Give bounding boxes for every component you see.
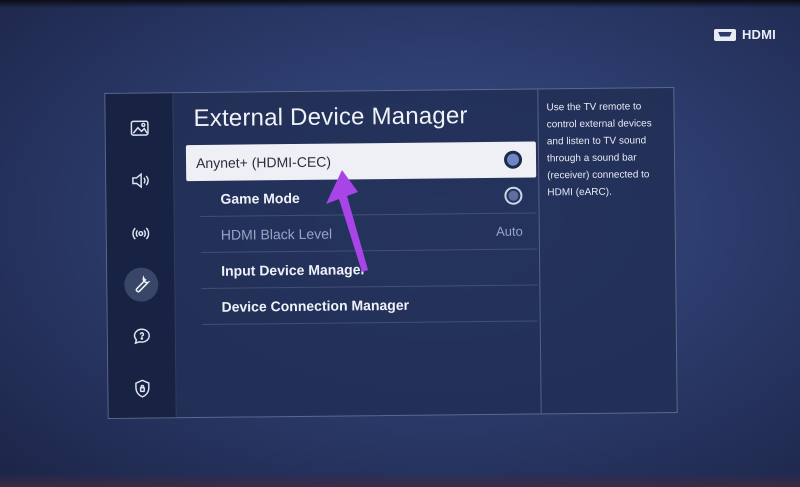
picture-icon[interactable] xyxy=(122,111,156,145)
settings-category-rail xyxy=(105,93,177,418)
broadcasting-icon[interactable] xyxy=(123,215,157,249)
support-icon[interactable] xyxy=(124,319,158,353)
menu-item-label: Anynet+ (HDMI-CEC) xyxy=(195,153,332,172)
menu-item-device-connection-manager[interactable]: Device Connection Manager xyxy=(201,285,538,325)
privacy-shield-icon[interactable] xyxy=(125,371,159,405)
help-text-panel: Use the TV remote to control external de… xyxy=(537,88,679,414)
help-text: Use the TV remote to control external de… xyxy=(546,101,652,199)
menu-item-label: Device Connection Manager xyxy=(221,296,410,315)
settings-panel: External Device Manager Anynet+ (HDMI-CE… xyxy=(104,87,679,419)
tv-bezel-bottom xyxy=(0,473,800,487)
source-indicator: HDMI xyxy=(713,27,776,42)
annotation-arrow-icon xyxy=(326,170,368,272)
anynet-toggle[interactable] xyxy=(503,150,523,169)
page-title: External Device Manager xyxy=(193,102,468,133)
menu-item-label: Game Mode xyxy=(220,189,300,207)
menu-item-label: HDMI Black Level xyxy=(220,225,333,243)
wrench-icon[interactable] xyxy=(123,267,158,302)
sound-icon[interactable] xyxy=(123,163,157,197)
game-mode-toggle[interactable] xyxy=(504,186,523,205)
tv-bezel-top xyxy=(0,0,800,8)
source-label: HDMI xyxy=(741,27,776,42)
hdmi-black-level-value: Auto xyxy=(495,223,523,239)
hdmi-port-icon xyxy=(713,28,736,41)
